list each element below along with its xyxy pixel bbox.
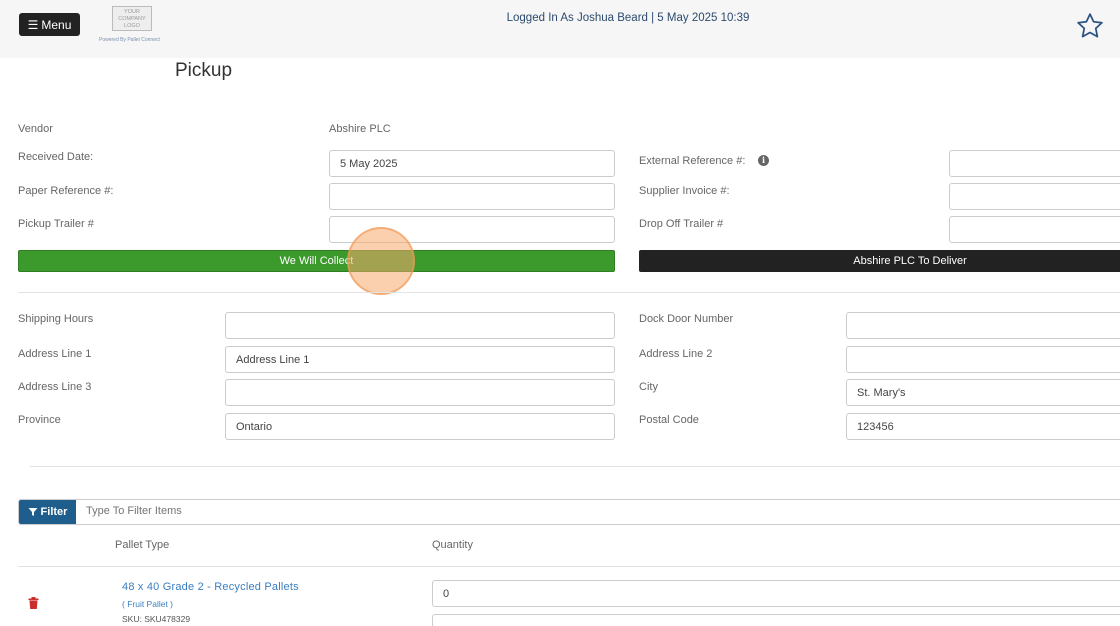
received-date-input[interactable]: 5 May 2025 (329, 150, 615, 177)
vendor-label: Vendor (18, 123, 53, 135)
external-reference-label: External Reference #: (639, 155, 746, 167)
dropoff-trailer-label: Drop Off Trailer # (639, 218, 724, 230)
postal-code-label: Postal Code (639, 414, 699, 426)
dock-door-label: Dock Door Number (639, 313, 734, 325)
city-label: City (639, 381, 658, 393)
pickup-trailer-input[interactable] (329, 216, 615, 243)
address-line-1-label: Address Line 1 (18, 348, 92, 360)
shipping-hours-label: Shipping Hours (18, 313, 94, 325)
table-header-divider (18, 566, 1120, 567)
vendor-value: Abshire PLC (329, 123, 391, 135)
we-will-collect-button[interactable]: We Will Collect (18, 250, 615, 272)
city-input[interactable]: St. Mary's (846, 379, 1120, 406)
address-line-2-input[interactable] (846, 346, 1120, 373)
postal-code-input[interactable]: 123456 (846, 413, 1120, 440)
section-divider-2 (30, 466, 1120, 467)
supplier-invoice-label: Supplier Invoice #: (639, 185, 730, 197)
pallet-sku: SKU: SKU478329 (122, 614, 191, 624)
page-title: Pickup (175, 60, 233, 81)
quantity-input-secondary[interactable] (432, 614, 1120, 626)
filter-button[interactable]: Filter (19, 500, 76, 524)
pallet-type-link[interactable]: 48 x 40 Grade 2 - Recycled Pallets (122, 581, 299, 593)
province-input[interactable]: Ontario (225, 413, 615, 440)
supplier-invoice-input[interactable] (949, 183, 1120, 210)
address-line-2-label: Address Line 2 (639, 348, 713, 360)
address-line-3-input[interactable] (225, 379, 615, 406)
column-header-quantity: Quantity (432, 539, 473, 551)
section-divider (18, 292, 1120, 293)
trash-icon[interactable] (28, 597, 39, 609)
vendor-deliver-label: Abshire PLC To Deliver (853, 255, 967, 267)
pallet-category: ( Fruit Pallet ) (122, 599, 174, 609)
paper-reference-label: Paper Reference #: (18, 185, 114, 197)
vendor-deliver-button[interactable]: Abshire PLC To Deliver (639, 250, 1120, 272)
dropoff-trailer-input[interactable] (949, 216, 1120, 243)
address-line-1-input[interactable]: Address Line 1 (225, 346, 615, 373)
province-label: Province (18, 414, 61, 426)
info-icon[interactable]: i (758, 155, 769, 166)
address-line-3-label: Address Line 3 (18, 381, 92, 393)
external-reference-input[interactable] (949, 150, 1120, 177)
funnel-icon (28, 508, 38, 516)
column-header-pallet-type: Pallet Type (115, 539, 170, 551)
powered-by-text: Powered By Pallet Connect (99, 37, 160, 43)
pickup-trailer-label: Pickup Trailer # (18, 218, 94, 230)
filter-input[interactable] (86, 505, 486, 517)
filter-button-label: Filter (40, 506, 68, 518)
filter-bar: Filter (18, 499, 1120, 525)
star-icon[interactable] (1075, 11, 1105, 41)
logged-in-status: Logged In As Joshua Beard | 5 May 2025 1… (506, 12, 750, 24)
quantity-input[interactable]: 0 (432, 580, 1120, 607)
dock-door-input[interactable] (846, 312, 1120, 339)
received-date-label: Received Date: (18, 151, 94, 163)
shipping-hours-input[interactable] (225, 312, 615, 339)
logo-line-3: LOGO (124, 23, 140, 29)
top-bar: ☰ Menu YOUR COMPANY LOGO Powered By Pall… (0, 0, 1120, 58)
paper-reference-input[interactable] (329, 183, 615, 210)
